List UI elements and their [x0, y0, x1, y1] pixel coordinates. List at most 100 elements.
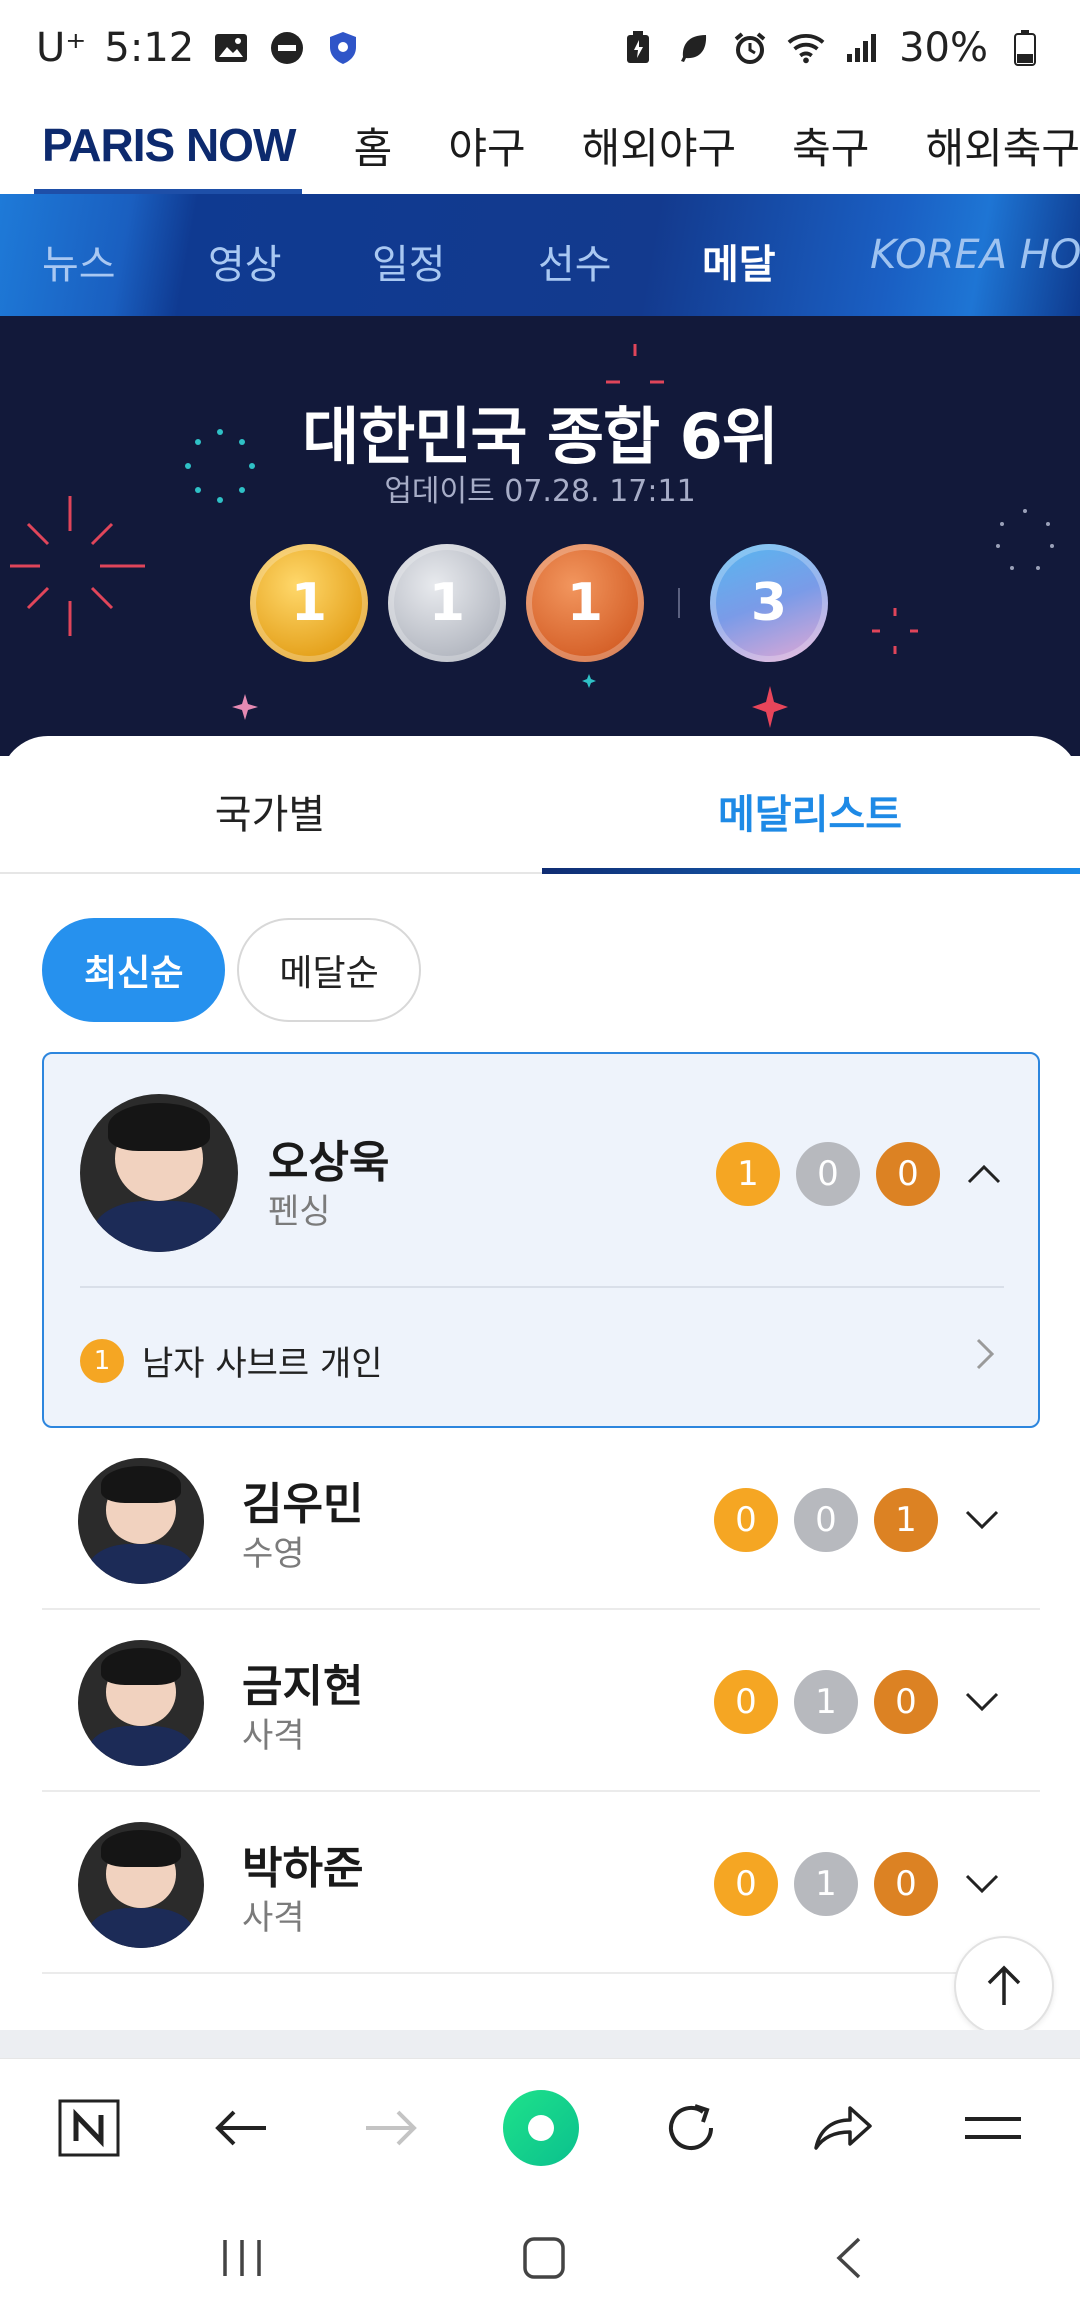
athlete-row[interactable]: 김우민 수영 0 0 1: [42, 1428, 1040, 1610]
brand-logo[interactable]: PARIS NOW: [0, 96, 302, 194]
avatar: [78, 1458, 204, 1584]
athlete-sport: 수영: [242, 1534, 305, 1574]
tab-schedule[interactable]: 일정: [372, 232, 446, 290]
sort-latest-chip[interactable]: 최신순: [42, 918, 226, 1022]
gold-count: 1: [716, 1142, 780, 1206]
section-gap: [0, 2030, 1080, 2058]
event-medal-badge: 1: [80, 1338, 124, 1383]
sort-by-medal-chip[interactable]: 메달순: [237, 918, 421, 1022]
card-divider: [80, 1286, 1004, 1288]
battery-icon: [1006, 29, 1044, 67]
medal-event-row[interactable]: 1 남자 사브르 개인: [80, 1336, 383, 1385]
sparkle-decoration: [582, 674, 596, 688]
silver-count: 1: [794, 1670, 858, 1734]
chevron-down-icon[interactable]: [962, 1682, 1002, 1722]
gold-count: 0: [714, 1488, 778, 1552]
firework-decoration: [996, 509, 1054, 570]
gallery-icon: [212, 29, 250, 67]
browser-toolbar: [0, 2058, 1080, 2194]
chevron-right-icon[interactable]: [976, 1338, 995, 1374]
gold-count: 0: [714, 1852, 778, 1916]
carrier-label: U⁺: [36, 25, 87, 71]
gold-medal-count: 1: [250, 544, 368, 662]
rank-title: 대한민국 종합 6위: [302, 400, 779, 473]
nav-item-baseball[interactable]: 야구: [448, 115, 525, 176]
share-icon[interactable]: [808, 2093, 878, 2163]
tab-korea-house[interactable]: KOREA HOU: [870, 232, 1080, 278]
recent-apps-icon[interactable]: [212, 2228, 272, 2288]
chevron-down-icon[interactable]: [962, 1500, 1002, 1540]
firework-decoration: [872, 608, 918, 654]
athlete-name: 오상욱: [268, 1137, 390, 1188]
sparkle-decoration: [752, 686, 788, 728]
alarm-icon: [731, 29, 769, 67]
forward-arrow-icon[interactable]: [356, 2093, 426, 2163]
green-dot-icon[interactable]: [496, 2083, 586, 2173]
athlete-row[interactable]: 박하준 사격 0 1 0: [42, 1792, 1040, 1974]
firework-decoration: [10, 496, 145, 636]
bronze-count: 0: [876, 1142, 940, 1206]
silver-count: 1: [794, 1852, 858, 1916]
active-tab-indicator: [542, 868, 1080, 874]
athlete-name: 금지현: [242, 1661, 364, 1712]
athlete-sport: 펜싱: [268, 1192, 331, 1232]
bronze-count: 1: [874, 1488, 938, 1552]
back-arrow-icon[interactable]: [206, 2093, 276, 2163]
shield-icon: [324, 29, 362, 67]
sparkle-decoration: [232, 694, 258, 720]
tab-video[interactable]: 영상: [208, 232, 282, 290]
chevron-down-icon[interactable]: [962, 1864, 1002, 1904]
sort-chips: 최신순 메달순: [42, 918, 421, 1022]
firework-decoration: [606, 344, 664, 384]
athlete-medal-counts: 0 1 0: [714, 1852, 938, 1916]
avatar: [80, 1094, 238, 1252]
tab-medals[interactable]: 메달: [702, 232, 776, 290]
arrow-up-icon: [987, 1965, 1021, 2005]
naver-home-icon[interactable]: [54, 2093, 124, 2163]
bronze-count: 0: [874, 1670, 938, 1734]
silver-count: 0: [794, 1488, 858, 1552]
tab-players[interactable]: 선수: [538, 232, 612, 290]
nav-item-overseas-soccer[interactable]: 해외축구: [925, 115, 1080, 176]
avatar: [78, 1640, 204, 1766]
sub-nav: 뉴스 영상 일정 선수 메달 KOREA HOU: [0, 194, 1080, 316]
event-name: 남자 사브르 개인: [142, 1344, 383, 1384]
athlete-sport: 사격: [242, 1716, 305, 1756]
wifi-icon: [787, 29, 825, 67]
tab-by-country[interactable]: 국가별: [0, 782, 540, 840]
nav-item-soccer[interactable]: 축구: [792, 115, 869, 176]
signal-icon: [843, 29, 881, 67]
gold-count: 0: [714, 1670, 778, 1734]
do-not-disturb-icon: [268, 29, 306, 67]
athlete-name: 김우민: [242, 1479, 364, 1530]
medal-summary-hero: 대한민국 종합 6위 업데이트 07.28. 17:11 1 1 1 3: [0, 316, 1080, 756]
battery-saver-icon: [619, 29, 657, 67]
home-icon[interactable]: [514, 2228, 574, 2288]
refresh-icon[interactable]: [656, 2093, 726, 2163]
tab-medalists[interactable]: 메달리스트: [540, 782, 1080, 840]
athlete-row[interactable]: 금지현 사격 0 1 0: [42, 1610, 1040, 1792]
medal-counts: 1 1 1 3: [250, 544, 828, 662]
back-icon[interactable]: [818, 2228, 878, 2288]
battery-percent: 30%: [899, 25, 988, 71]
medal-sheet: 국가별 메달리스트 최신순 메달순 오상욱 펜싱 1 0 0 1 남자 사브르 …: [0, 736, 1080, 2036]
bronze-medal-count: 1: [526, 544, 644, 662]
athlete-medal-counts: 0 1 0: [714, 1670, 938, 1734]
time-label: 5:12: [104, 25, 195, 71]
athlete-name: 박하준: [242, 1843, 364, 1894]
nav-item-home[interactable]: 홈: [354, 115, 393, 176]
view-tabs: 국가별 메달리스트: [0, 736, 1080, 874]
tab-news[interactable]: 뉴스: [42, 232, 116, 290]
athlete-medal-counts: 1 0 0: [716, 1142, 940, 1206]
nav-item-overseas-baseball[interactable]: 해외야구: [582, 115, 737, 176]
menu-icon[interactable]: [958, 2093, 1028, 2163]
medal-divider: [678, 588, 680, 618]
athlete-sport: 사격: [242, 1898, 305, 1938]
chevron-up-icon[interactable]: [964, 1154, 1004, 1194]
avatar: [78, 1822, 204, 1948]
athlete-card-expanded[interactable]: 오상욱 펜싱 1 0 0 1 남자 사브르 개인: [42, 1052, 1040, 1428]
leaf-icon: [675, 29, 713, 67]
scroll-to-top-button[interactable]: [954, 1936, 1054, 2036]
total-medal-count: 3: [710, 544, 828, 662]
silver-medal-count: 1: [388, 544, 506, 662]
